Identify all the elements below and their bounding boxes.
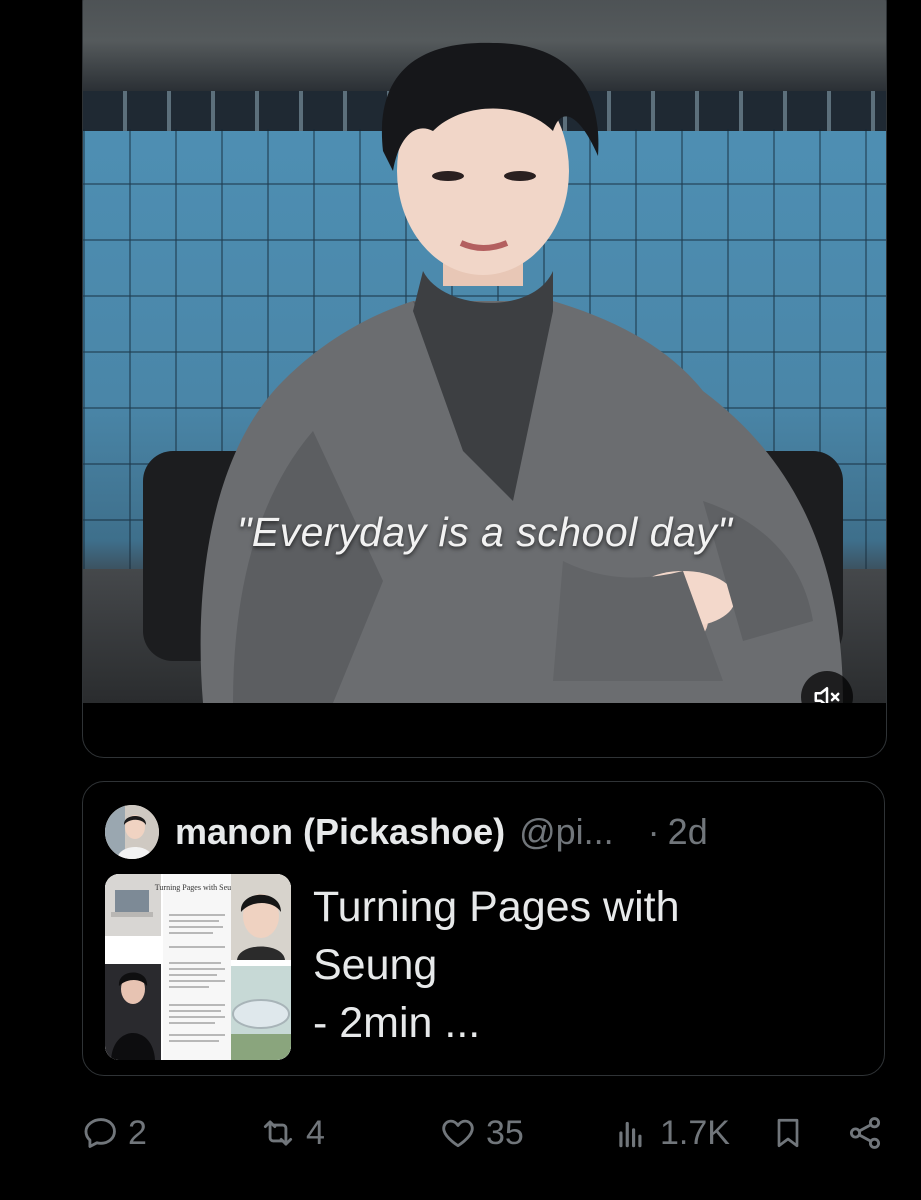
author-name[interactable]: manon (Pickashoe): [175, 811, 505, 853]
repost-count: 4: [306, 1113, 325, 1152]
analytics-icon: [619, 1121, 642, 1148]
reply-icon: [84, 1118, 116, 1148]
quoted-post-header: manon (Pickashoe) @pi... · 2d: [105, 804, 854, 860]
share-icon: [849, 1117, 881, 1149]
bookmark-button[interactable]: [770, 1108, 806, 1158]
title-line: - 2min ...: [313, 999, 481, 1047]
title-line: Turning Pages with: [313, 883, 680, 931]
reply-button[interactable]: 2: [82, 1108, 147, 1158]
repost-icon: [263, 1120, 293, 1146]
like-button[interactable]: 35: [438, 1108, 524, 1158]
reply-count: 2: [128, 1113, 147, 1152]
separator: ·: [647, 811, 660, 852]
video-caption: "Everyday is a school day": [236, 509, 733, 555]
heart-icon: [442, 1119, 474, 1148]
post-actions: 2 4 35 1.7K: [82, 1108, 892, 1158]
avatar[interactable]: [105, 805, 159, 859]
post-time[interactable]: 2d: [668, 811, 708, 853]
quoted-post[interactable]: manon (Pickashoe) @pi... · 2d Turning Pa…: [82, 781, 885, 1076]
quoted-post-thumbnail[interactable]: Turning Pages with Seung: [105, 874, 291, 1060]
thumbnail-heading: Turning Pages with Seung: [155, 883, 239, 892]
share-button[interactable]: [846, 1108, 884, 1158]
title-line: Seung: [313, 941, 438, 989]
video-card[interactable]: "Everyday is a school day": [82, 0, 887, 758]
quoted-post-title[interactable]: Turning Pages with Seung - 2min ...: [313, 878, 773, 1052]
collage-image: Turning Pages with Seung: [105, 874, 291, 1060]
video-player[interactable]: "Everyday is a school day": [83, 0, 886, 703]
view-count: 1.7K: [660, 1113, 730, 1152]
like-count: 35: [486, 1113, 524, 1152]
volume-muted-icon: [814, 687, 840, 703]
views-button[interactable]: 1.7K: [612, 1108, 730, 1158]
video-subject: [200, 42, 843, 703]
repost-button[interactable]: 4: [258, 1108, 325, 1158]
author-handle[interactable]: @pi...: [519, 811, 614, 853]
bookmark-icon: [777, 1118, 799, 1148]
avatar-image: [105, 805, 159, 859]
